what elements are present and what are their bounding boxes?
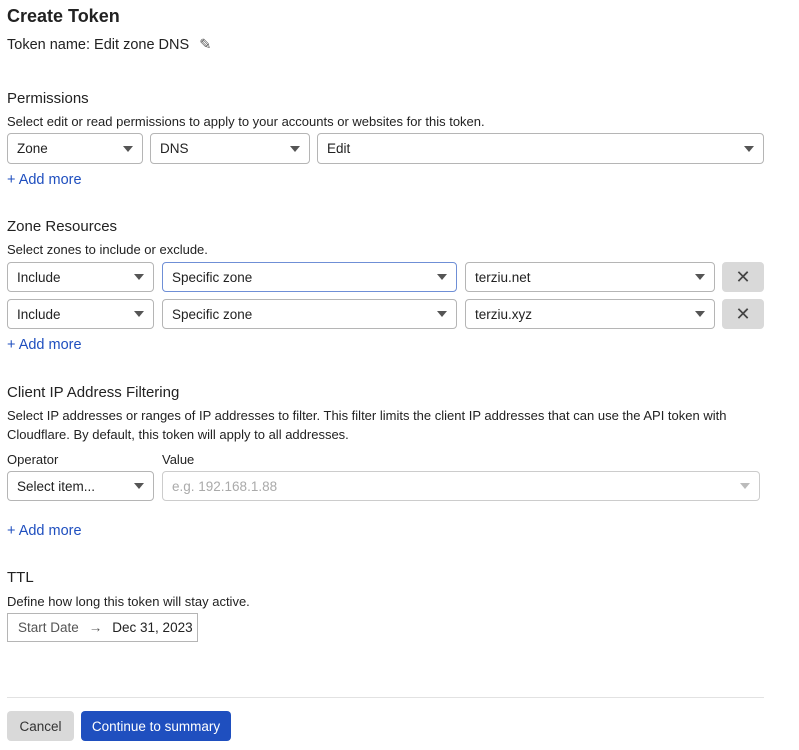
token-name: Token name: Edit zone DNS ✎: [7, 37, 211, 53]
ip-filtering-description: Select IP addresses or ranges of IP addr…: [7, 408, 727, 423]
pencil-icon[interactable]: ✎: [199, 37, 211, 53]
chevron-down-icon: [437, 274, 447, 280]
page-title: Create Token: [7, 6, 120, 26]
ttl-date-range[interactable]: Start Date → Dec 31, 2023: [7, 613, 198, 642]
select-value: terziu.net: [475, 269, 531, 285]
zone-type-select[interactable]: Specific zone: [162, 262, 457, 292]
select-value: Include: [17, 306, 61, 322]
select-value: Include: [17, 269, 61, 285]
zone-resources-heading: Zone Resources: [7, 218, 118, 235]
chevron-down-icon: [740, 483, 750, 489]
zone-include-select[interactable]: Include: [7, 299, 154, 329]
select-value: terziu.xyz: [475, 306, 533, 322]
ip-value-input[interactable]: e.g. 192.168.1.88: [162, 471, 760, 501]
operator-label: Operator: [7, 452, 59, 467]
continue-button[interactable]: Continue to summary: [81, 711, 231, 741]
ttl-description: Define how long this token will stay act…: [7, 594, 250, 609]
chevron-down-icon: [134, 274, 144, 280]
select-value: DNS: [160, 141, 189, 156]
close-icon: ✕: [735, 303, 751, 324]
ip-filtering-description: Cloudflare. By default, this token will …: [7, 427, 349, 442]
zone-type-select[interactable]: Specific zone: [162, 299, 457, 329]
divider: [7, 697, 764, 698]
select-value: Zone: [17, 141, 48, 156]
chevron-down-icon: [695, 274, 705, 280]
start-date[interactable]: Start Date: [18, 620, 79, 635]
value-label: Value: [162, 452, 195, 467]
zone-resources-description: Select zones to include or exclude.: [7, 242, 208, 257]
cancel-button[interactable]: Cancel: [7, 711, 74, 741]
ip-add-more-link[interactable]: + Add more: [7, 523, 82, 539]
arrow-right-icon: →: [88, 620, 103, 635]
chevron-down-icon: [437, 311, 447, 317]
select-value: Specific zone: [172, 269, 253, 285]
permissions-heading: Permissions: [7, 90, 89, 107]
placeholder: e.g. 192.168.1.88: [172, 478, 278, 494]
chevron-down-icon: [134, 311, 144, 317]
permissions-add-more-link[interactable]: + Add more: [7, 172, 82, 188]
chevron-down-icon: [695, 311, 705, 317]
zone-select[interactable]: terziu.net: [465, 262, 715, 292]
token-name-text: Token name: Edit zone DNS: [7, 37, 190, 53]
zone-include-select[interactable]: Include: [7, 262, 154, 292]
chevron-down-icon: [123, 145, 133, 152]
end-date[interactable]: Dec 31, 2023: [112, 620, 192, 635]
permissions-description: Select edit or read permissions to apply…: [7, 114, 485, 129]
close-icon: ✕: [735, 266, 751, 287]
select-value: Edit: [327, 141, 351, 156]
remove-zone-button[interactable]: ✕: [722, 262, 764, 292]
select-value: Specific zone: [172, 306, 253, 322]
permission-scope-select[interactable]: Zone: [7, 133, 143, 164]
zone-select[interactable]: terziu.xyz: [465, 299, 715, 329]
chevron-down-icon: [290, 145, 300, 152]
remove-zone-button[interactable]: ✕: [722, 299, 764, 329]
permission-level-select[interactable]: Edit: [317, 133, 764, 164]
ip-filtering-heading: Client IP Address Filtering: [7, 384, 180, 401]
chevron-down-icon: [134, 483, 144, 489]
select-value: Select item...: [17, 478, 96, 494]
operator-select[interactable]: Select item...: [7, 471, 154, 501]
permission-group-select[interactable]: DNS: [150, 133, 310, 164]
zone-add-more-link[interactable]: + Add more: [7, 337, 82, 353]
ttl-heading: TTL: [7, 569, 34, 586]
chevron-down-icon: [744, 145, 754, 152]
